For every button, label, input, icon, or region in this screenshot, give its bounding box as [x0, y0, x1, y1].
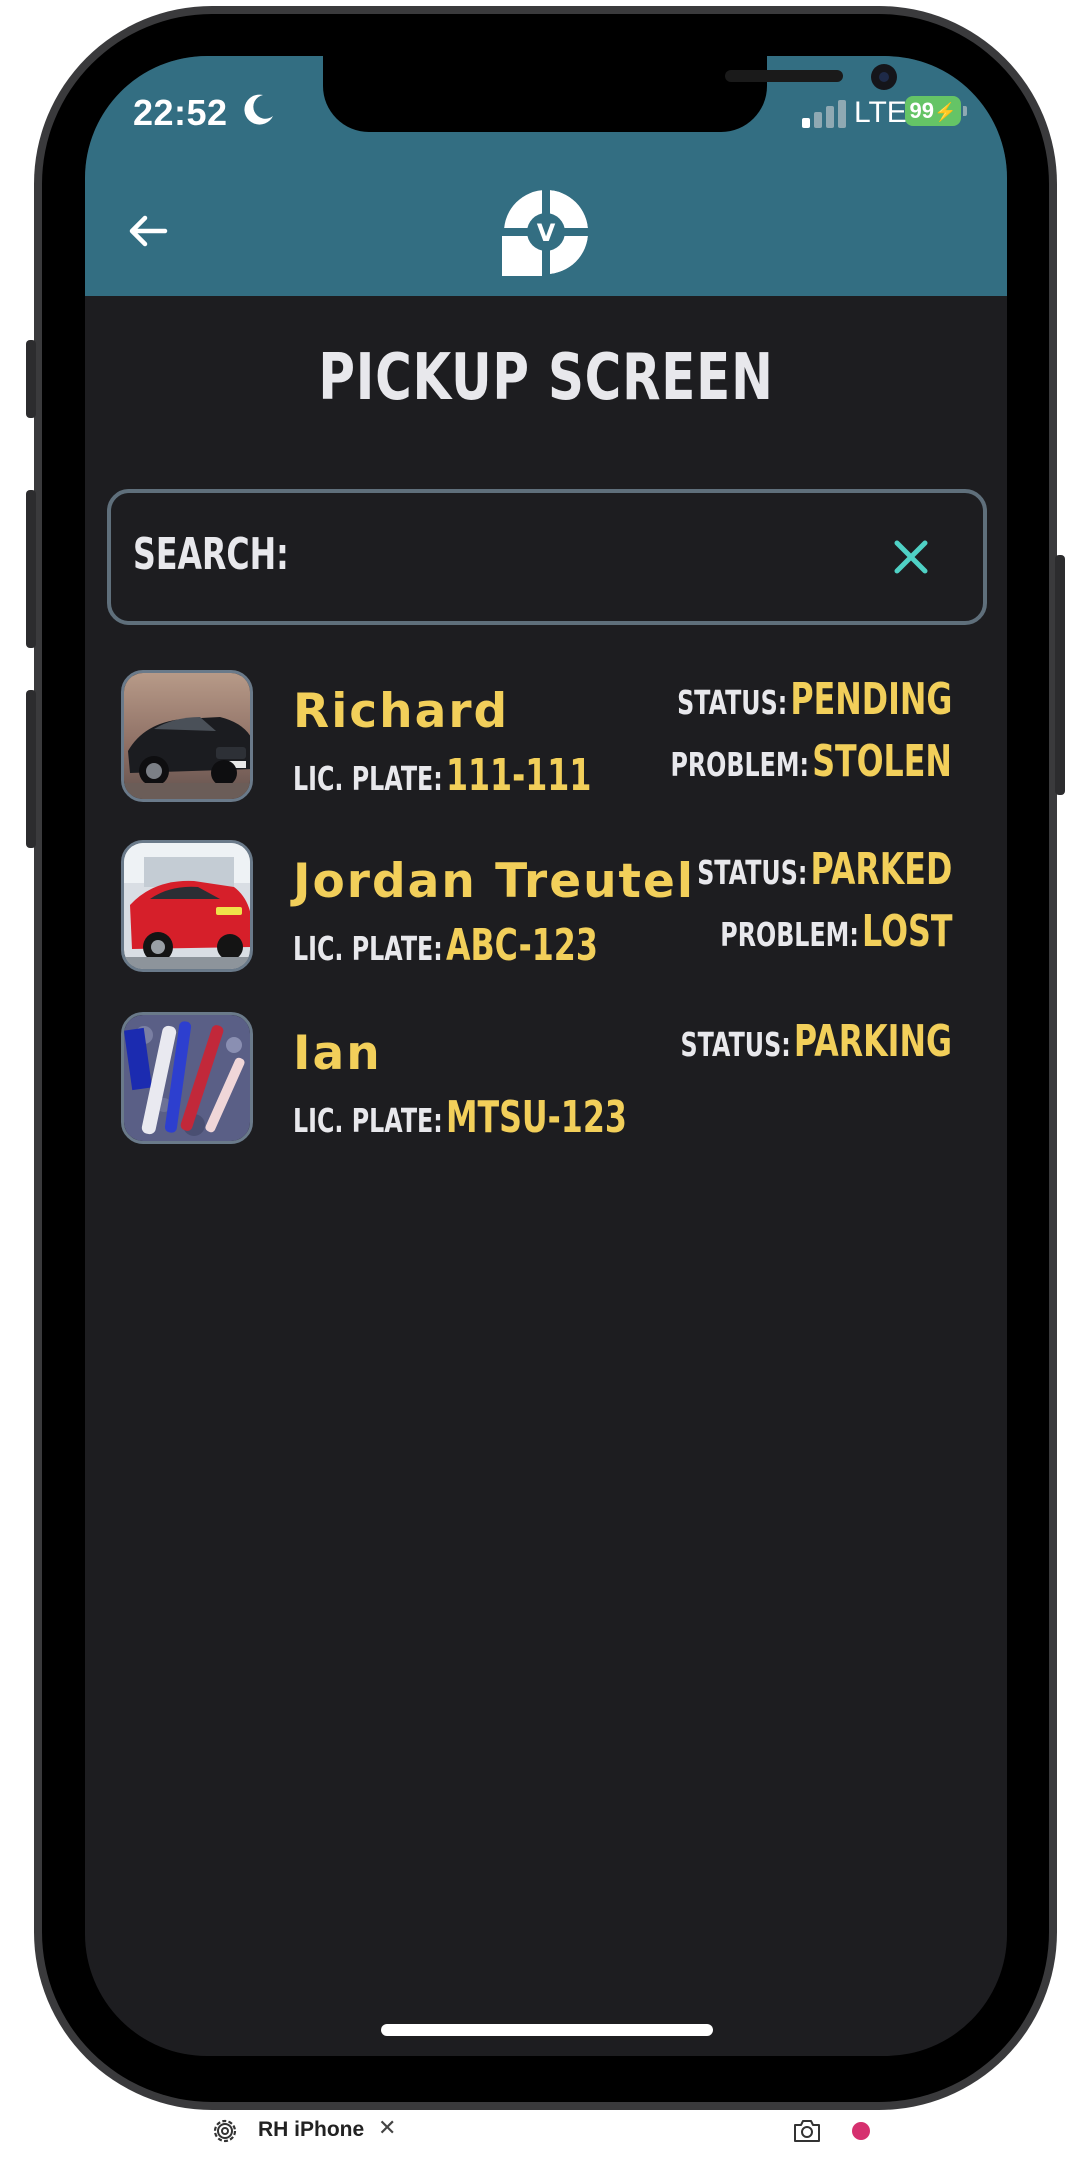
status-value: PARKING	[793, 1016, 952, 1067]
plate-value: ABC-123	[445, 920, 598, 971]
customer-name: Jordan Treutel	[293, 854, 696, 909]
battery-icon: 99⚡	[905, 96, 961, 126]
home-indicator[interactable]	[381, 2024, 713, 2036]
speaker-grille	[725, 70, 843, 82]
device-toolbar: RH iPhone ✕	[196, 2110, 896, 2158]
moon-icon	[244, 94, 273, 125]
page-title: PICKUP SCREEN	[318, 341, 774, 415]
list-item[interactable]: Jordan Treutel LIC. PLATE: ABC-123 STATU…	[85, 834, 1007, 972]
close-icon[interactable]	[891, 537, 931, 577]
car-thumbnail	[121, 840, 253, 972]
signal-icon	[802, 98, 848, 128]
black-car-image	[124, 673, 250, 799]
battery-level: 99	[909, 98, 935, 123]
status-value: PARKED	[810, 844, 952, 895]
arrow-left-icon[interactable]	[123, 206, 173, 256]
volume-down-button	[26, 690, 36, 848]
status-row: STATUS: PENDING	[677, 674, 952, 725]
notch	[323, 56, 897, 132]
problem-value: STOLEN	[812, 736, 952, 787]
record-dot-icon[interactable]	[852, 2122, 870, 2140]
close-icon[interactable]: ✕	[378, 2116, 396, 2141]
valet-logo-icon: V	[502, 188, 590, 276]
problem-row: PROBLEM: STOLEN	[671, 736, 952, 787]
list-item[interactable]: Ian LIC. PLATE: MTSU-123 STATUS: PARKING	[85, 1006, 1007, 1144]
plate-label: LIC. PLATE:	[293, 1101, 443, 1140]
network-type: LTE	[854, 96, 907, 129]
front-camera	[871, 64, 897, 90]
plate-label: LIC. PLATE:	[293, 929, 443, 968]
battery-tip	[963, 106, 967, 116]
search-label: SEARCH:	[133, 529, 289, 580]
pens-image	[124, 1015, 250, 1141]
customer-name: Ian	[293, 1026, 382, 1081]
status-label: STATUS:	[680, 1025, 791, 1064]
status-row: STATUS: PARKED	[697, 844, 952, 895]
plate-row: LIC. PLATE: 111-111	[293, 750, 591, 801]
device-name: RH iPhone	[258, 2118, 365, 2141]
plate-value: MTSU-123	[445, 1092, 627, 1143]
status-label: STATUS:	[676, 683, 787, 722]
status-value: PENDING	[790, 674, 952, 725]
problem-label: PROBLEM:	[670, 745, 810, 784]
red-car-image	[124, 843, 250, 969]
problem-row: PROBLEM: LOST	[720, 906, 952, 957]
volume-up-button	[26, 490, 36, 648]
plate-label: LIC. PLATE:	[293, 759, 443, 798]
car-thumbnail	[121, 670, 253, 802]
camera-icon[interactable]	[792, 2118, 822, 2144]
plate-row: LIC. PLATE: MTSU-123	[293, 1092, 627, 1143]
problem-label: PROBLEM:	[719, 915, 859, 954]
gear-icon[interactable]	[210, 2116, 240, 2146]
customer-name: Richard	[293, 684, 510, 739]
plate-row: LIC. PLATE: ABC-123	[293, 920, 598, 971]
mute-switch	[26, 340, 36, 418]
status-time: 22:52	[133, 92, 228, 133]
car-thumbnail	[121, 1012, 253, 1144]
search-input[interactable]: SEARCH:	[107, 489, 987, 625]
status-row: STATUS: PARKING	[681, 1016, 952, 1067]
power-button	[1055, 555, 1065, 795]
plate-value: 111-111	[445, 750, 592, 801]
problem-value: LOST	[861, 906, 952, 957]
logo-letter: V	[537, 219, 556, 247]
list-item[interactable]: Richard LIC. PLATE: 111-111 STATUS: PEND…	[85, 664, 1007, 802]
status-label: STATUS:	[696, 853, 808, 892]
app-screen: 22:52 LTE 99⚡ V PICKUP SCREEN SEARCH: Ri…	[85, 56, 1007, 2056]
